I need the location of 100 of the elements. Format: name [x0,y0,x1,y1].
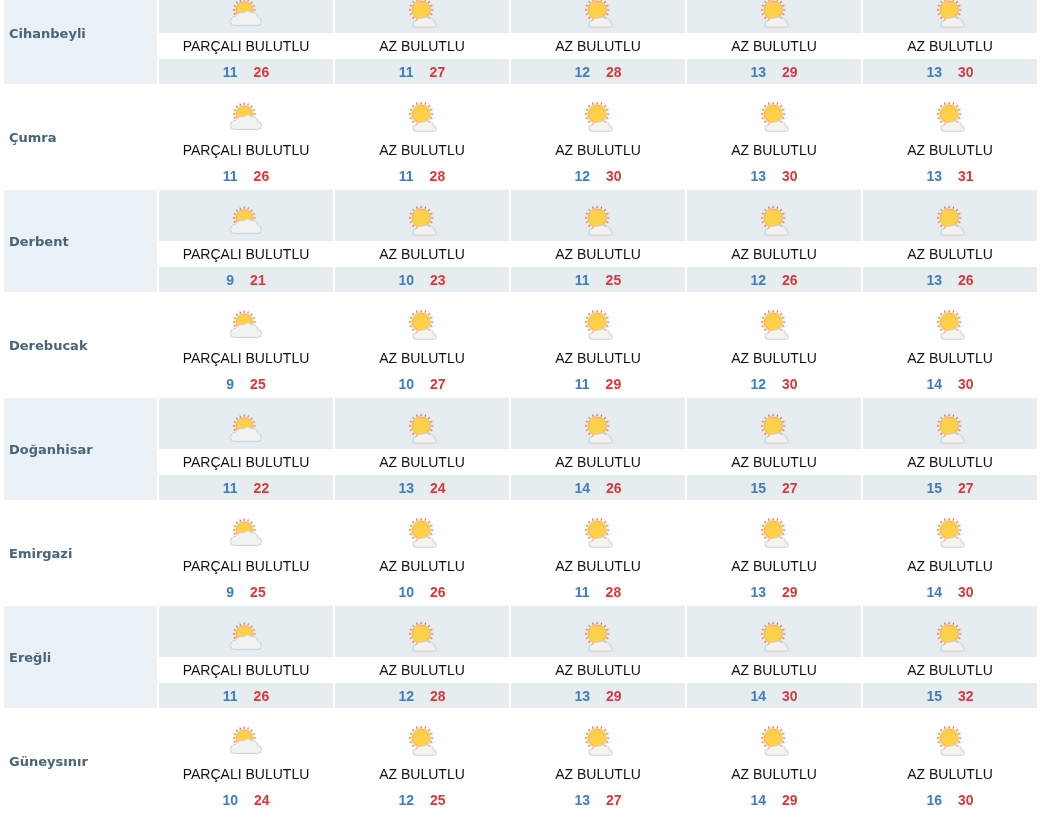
condition-text: AZ BULUTLU [555,246,641,262]
condition-text: AZ BULUTLU [731,454,817,470]
high-temperature: 29 [782,583,798,600]
low-temperature: 15 [926,687,942,704]
low-temperature: 13 [574,791,590,808]
low-temperature: 14 [926,583,942,600]
high-temperature: 28 [430,687,446,704]
low-temperature: 11 [574,583,590,600]
low-temperature: 10 [222,791,238,808]
condition-text: PARÇALI BULUTLU [182,246,310,262]
low-temperature: 13 [926,167,942,184]
condition-text: AZ BULUTLU [379,38,465,54]
low-temperature: 13 [750,63,766,80]
condition-text: AZ BULUTLU [379,454,465,470]
condition-text: AZ BULUTLU [907,142,993,158]
condition-text: AZ BULUTLU [907,662,993,678]
low-temperature: 14 [574,479,590,496]
condition-text: AZ BULUTLU [731,246,817,262]
town-name: Çumra [8,128,58,147]
high-temperature: 30 [782,167,798,184]
high-temperature: 29 [606,687,622,704]
low-temperature: 12 [574,167,590,184]
high-temperature: 25 [250,583,266,600]
condition-text: AZ BULUTLU [907,38,993,54]
low-temperature: 15 [926,479,942,496]
town-name: Ereğli [4,606,157,708]
condition-text: PARÇALI BULUTLU [182,766,310,782]
low-temperature: 11 [398,167,414,184]
high-temperature: 26 [606,479,622,496]
high-temperature: 27 [429,63,446,80]
low-temperature: 15 [750,479,766,496]
condition-text: AZ BULUTLU [379,766,465,782]
condition-text: AZ BULUTLU [731,38,817,54]
high-temperature: 24 [430,479,446,496]
condition-text: AZ BULUTLU [731,558,817,574]
condition-text: AZ BULUTLU [379,662,465,678]
high-temperature: 27 [958,479,974,496]
high-temperature: 29 [605,375,622,392]
high-temperature: 26 [430,583,446,600]
town-name: Doğanhisar [4,398,157,500]
high-temperature: 30 [958,63,974,80]
condition-text: AZ BULUTLU [555,766,641,782]
low-temperature: 13 [398,479,414,496]
condition-text: AZ BULUTLU [379,350,465,366]
high-temperature: 30 [606,167,622,184]
low-temperature: 10 [398,583,414,600]
condition-text: PARÇALI BULUTLU [182,558,310,574]
condition-text: AZ BULUTLU [731,662,817,678]
condition-text: PARÇALI BULUTLU [182,662,310,678]
condition-text: PARÇALI BULUTLU [182,142,310,158]
low-temperature: 12 [398,687,414,704]
condition-text: AZ BULUTLU [907,766,993,782]
condition-text: AZ BULUTLU [379,558,465,574]
high-temperature: 30 [958,791,974,808]
high-temperature: 28 [429,167,446,184]
low-temperature: 10 [398,271,414,288]
high-temperature: 21 [250,271,266,288]
low-temperature: 11 [222,63,238,80]
town-name: Derebucak [8,336,89,355]
condition-text: AZ BULUTLU [555,454,641,470]
condition-text: AZ BULUTLU [731,350,817,366]
high-temperature: 31 [958,167,974,184]
town-name: Cihanbeyli [4,0,157,84]
high-temperature: 25 [605,271,622,288]
low-temperature: 11 [222,167,238,184]
low-temperature: 10 [398,375,414,392]
high-temperature: 32 [958,687,974,704]
high-temperature: 30 [782,375,798,392]
condition-text: AZ BULUTLU [731,766,817,782]
high-temperature: 27 [782,479,798,496]
condition-text: PARÇALI BULUTLU [182,350,310,366]
high-temperature: 26 [958,271,974,288]
low-temperature: 11 [574,375,590,392]
high-temperature: 25 [250,375,266,392]
high-temperature: 26 [253,63,270,80]
condition-text: PARÇALI BULUTLU [182,454,310,470]
high-temperature: 26 [253,167,270,184]
low-temperature: 13 [926,271,942,288]
condition-text: AZ BULUTLU [379,142,465,158]
condition-text: AZ BULUTLU [555,38,641,54]
low-temperature: 13 [750,583,766,600]
town-name: Derbent [4,190,157,292]
low-temperature: 9 [226,375,235,392]
high-temperature: 22 [253,479,270,496]
condition-text: AZ BULUTLU [379,246,465,262]
town-name: Güneysınır [8,752,89,771]
high-temperature: 30 [958,583,974,600]
high-temperature: 27 [606,791,622,808]
condition-text: AZ BULUTLU [907,558,993,574]
high-temperature: 28 [605,583,622,600]
low-temperature: 11 [222,479,238,496]
low-temperature: 12 [750,271,766,288]
low-temperature: 14 [750,687,766,704]
low-temperature: 11 [398,63,414,80]
condition-text: AZ BULUTLU [555,350,641,366]
low-temperature: 11 [574,271,590,288]
low-temperature: 14 [750,791,766,808]
low-temperature: 9 [226,583,235,600]
high-temperature: 24 [254,791,270,808]
low-temperature: 13 [574,687,590,704]
